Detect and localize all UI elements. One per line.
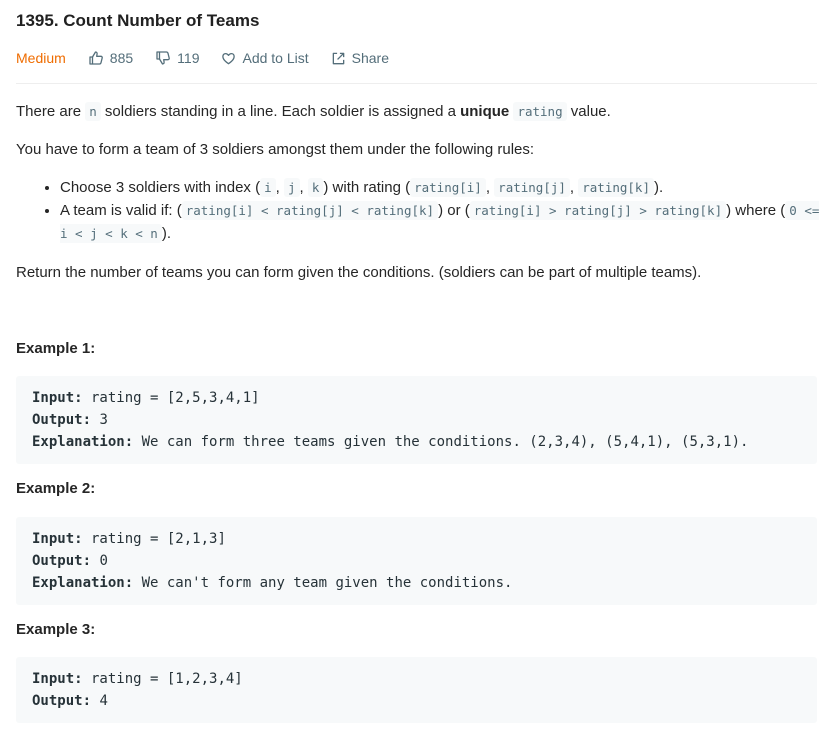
example-3-box: Input: rating = [1,2,3,4] Output: 4 [16,657,817,723]
input-label: Input: [32,390,83,406]
inline-code: rating[i] [410,178,486,197]
example-3-title: Example 3: [16,621,96,638]
text-span: ) where ( [726,202,786,219]
inline-code: rating[i] > rating[j] > rating[k] [469,201,727,220]
share-button[interactable]: Share [331,50,389,66]
example-2-title: Example 2: [16,480,96,497]
heart-icon [222,52,236,64]
text-span: ). [161,225,172,242]
example-2-box: Input: rating = [2,1,3] Output: 0 Explan… [16,517,817,605]
inline-code: rating[k] [578,178,654,197]
output-label: Output: [32,693,92,709]
output-value: 4 [91,693,108,709]
share-label: Share [351,50,389,66]
text-span: Choose 3 soldiers with index ( [60,179,261,196]
rules-list: Choose 3 soldiers with index (i, j, k) w… [16,176,820,245]
dislike-count: 119 [177,50,200,66]
input-label: Input: [32,671,83,687]
example-1-title: Example 1: [16,340,96,357]
text-span: soldiers standing in a line. Each soldie… [100,103,461,120]
output-label: Output: [32,412,92,428]
text-span: ). [653,179,664,196]
input-value: rating = [2,1,3] [82,531,226,547]
text-span: value. [566,103,611,120]
explanation-label: Explanation: [32,575,134,591]
input-value: rating = [1,2,3,4] [82,671,243,687]
rule-item: A team is valid if: (rating[i] < rating[… [60,199,820,245]
output-label: Output: [32,553,92,569]
problem-meta-bar: Medium 885 119 Add to List Share [16,48,411,68]
add-to-list-label: Add to List [242,50,309,66]
input-value: rating = [2,5,3,4,1] [82,390,260,406]
text-span: ) with rating ( [323,179,411,196]
divider [16,83,817,84]
difficulty-label: Medium [16,50,66,66]
add-to-list-button[interactable]: Add to List [221,50,309,66]
input-label: Input: [32,531,83,547]
inline-code: rating[j] [494,178,570,197]
like-button[interactable]: 885 [88,50,133,66]
text-span: There are [16,103,86,120]
output-value: 0 [91,553,108,569]
rules-intro-paragraph: You have to form a team of 3 soldiers am… [16,141,535,158]
inline-code: i [260,178,276,197]
dislike-button[interactable]: 119 [155,50,199,66]
thumbs-up-icon [89,51,103,65]
inline-code: j [283,178,300,197]
text-span: ) or ( [438,202,470,219]
return-paragraph: Return the number of teams you can form … [16,264,702,281]
problem-title: 1395. Count Number of Teams [16,11,260,30]
rule-item: Choose 3 soldiers with index (i, j, k) w… [60,176,820,199]
bold-text: unique [460,103,510,120]
example-1-box: Input: rating = [2,5,3,4,1] Output: 3 Ex… [16,376,817,464]
thumbs-down-icon [156,51,171,65]
text-span: A team is valid if: ( [60,202,182,219]
intro-paragraph: There are n soldiers standing in a line.… [16,100,611,123]
explanation-value: We can't form any team given the conditi… [133,575,513,591]
inline-code: n [85,102,101,121]
inline-code: rating [513,102,567,121]
share-icon [332,52,344,64]
like-count: 885 [109,50,134,66]
explanation-value: We can form three teams given the condit… [133,434,749,450]
inline-code: rating[i] < rating[j] < rating[k] [181,201,439,220]
explanation-label: Explanation: [32,434,134,450]
output-value: 3 [91,412,108,428]
inline-code: k [307,178,324,197]
